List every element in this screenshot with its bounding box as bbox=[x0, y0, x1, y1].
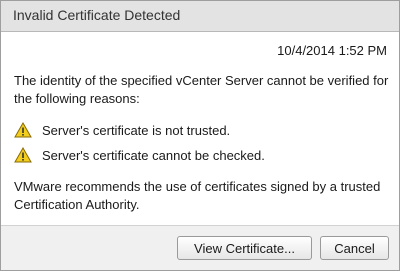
reason-item: Server's certificate cannot be checked. bbox=[14, 145, 265, 165]
reason-item: Server's certificate is not trusted. bbox=[14, 120, 230, 140]
view-certificate-button[interactable]: View Certificate... bbox=[177, 236, 312, 260]
invalid-certificate-dialog: Invalid Certificate Detected 10/4/2014 1… bbox=[0, 0, 400, 271]
warning-icon bbox=[14, 147, 32, 163]
timestamp: 10/4/2014 1:52 PM bbox=[277, 43, 387, 58]
dialog-content: 10/4/2014 1:52 PM The identity of the sp… bbox=[1, 32, 399, 225]
reason-text: Server's certificate is not trusted. bbox=[42, 122, 231, 138]
warning-icon bbox=[14, 122, 32, 138]
recommendation-text: VMware recommends the use of certificate… bbox=[14, 179, 381, 212]
dialog-titlebar[interactable]: Invalid Certificate Detected bbox=[1, 1, 399, 32]
intro-text: The identity of the specified vCenter Se… bbox=[14, 73, 389, 106]
dialog-title: Invalid Certificate Detected bbox=[13, 7, 181, 23]
reason-text: Server's certificate cannot be checked. bbox=[42, 147, 265, 163]
cancel-button[interactable]: Cancel bbox=[320, 236, 389, 260]
dialog-footer: View Certificate... Cancel bbox=[1, 225, 399, 270]
